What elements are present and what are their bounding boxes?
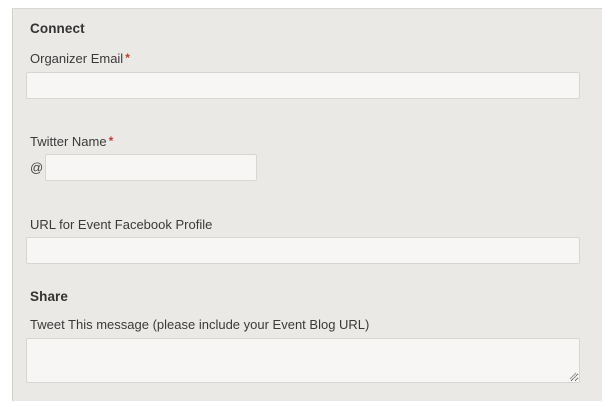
tweet-message-label: Tweet This message (please include your … — [30, 317, 370, 332]
organizer-email-input[interactable] — [26, 72, 580, 99]
required-asterisk: * — [125, 51, 130, 65]
twitter-at-prefix: @ — [30, 160, 44, 175]
connect-section-title: Connect — [30, 21, 85, 36]
organizer-email-label-text: Organizer Email — [30, 51, 124, 66]
twitter-name-label: Twitter Name * — [30, 134, 113, 149]
facebook-url-input[interactable] — [26, 237, 580, 264]
twitter-name-input[interactable] — [45, 154, 257, 181]
share-section-title: Share — [30, 289, 69, 304]
event-form-panel: Connect Organizer Email * Twitter Name * @… — [12, 8, 602, 401]
twitter-name-label-text: Twitter Name — [30, 134, 107, 149]
resize-grip-icon[interactable] — [569, 372, 577, 380]
facebook-url-label: URL for Event Facebook Profile — [30, 217, 213, 232]
required-asterisk: * — [108, 134, 114, 148]
organizer-email-label: Organizer Email * — [30, 51, 130, 66]
tweet-message-textarea[interactable] — [26, 338, 580, 383]
